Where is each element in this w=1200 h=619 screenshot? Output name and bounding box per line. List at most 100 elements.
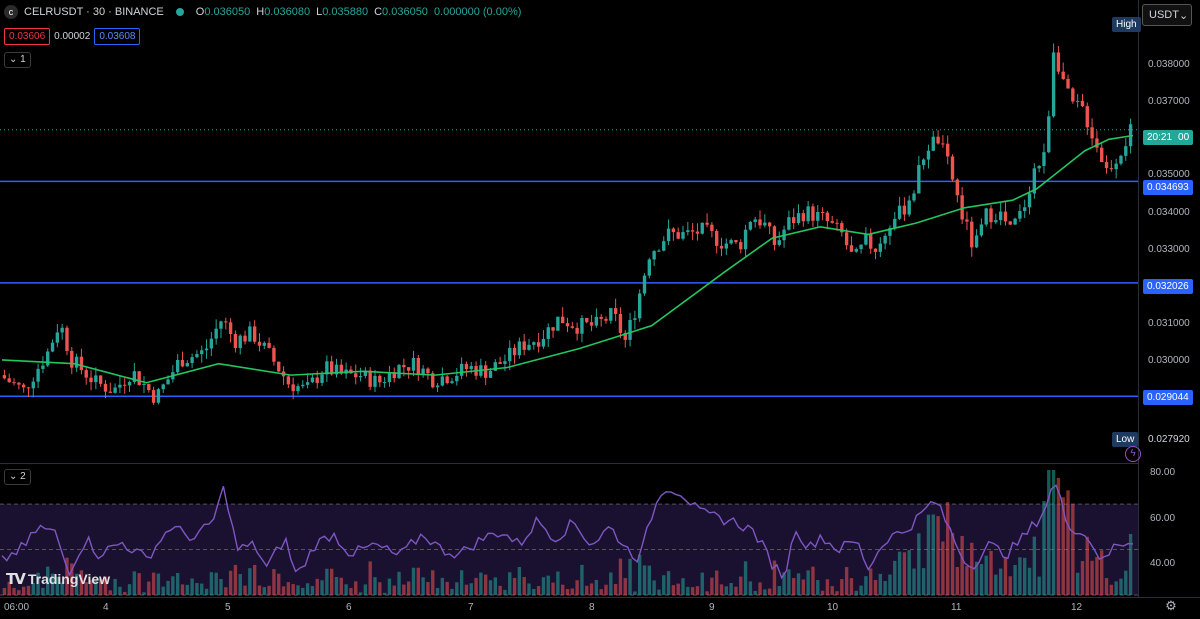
volume-bar	[1027, 567, 1032, 595]
candle-body	[1104, 162, 1109, 169]
candle-body	[137, 371, 141, 385]
time-label: 11	[951, 602, 962, 613]
volume-bar	[965, 566, 969, 595]
chart-canvas[interactable]	[0, 0, 1200, 619]
candle-body	[893, 218, 897, 228]
candle-body	[252, 326, 257, 342]
settings-gear-icon[interactable]: ⚙	[1163, 598, 1179, 614]
candle-body	[1023, 207, 1027, 212]
time-label: 9	[709, 602, 715, 613]
volume-bar	[844, 567, 849, 595]
pane1-legend-toggle[interactable]: ⌄ 1	[4, 52, 31, 68]
candle-body	[483, 365, 488, 378]
volume-bar	[1037, 576, 1041, 595]
rsi-tick: 60.00	[1150, 513, 1176, 524]
candle-body	[690, 230, 695, 232]
candle-body	[753, 219, 757, 222]
ohlc-close-key: C	[374, 6, 383, 18]
candle-body	[532, 342, 536, 345]
candle-body	[1042, 152, 1046, 166]
candle-body	[710, 224, 714, 232]
candle-body	[849, 245, 854, 252]
volume-bar	[108, 590, 112, 595]
volume-bar	[816, 580, 820, 595]
ohlc-low: 0.035880	[322, 6, 369, 18]
volume-bar	[450, 588, 454, 595]
candle-body	[926, 150, 931, 160]
candle-body	[897, 205, 902, 219]
candle-body	[748, 221, 753, 230]
volume-bar	[421, 577, 425, 595]
candle-body	[1018, 211, 1022, 219]
volume-bar	[257, 585, 262, 595]
volume-bar	[748, 581, 753, 595]
candle-body	[74, 356, 79, 368]
candle-body	[989, 208, 993, 223]
pane2-legend-toggle[interactable]: ⌄ 2	[4, 469, 31, 485]
price-tick: 0.031000	[1148, 318, 1190, 329]
candle-body	[1075, 100, 1080, 102]
candle-body	[1061, 71, 1065, 79]
candle-body	[257, 341, 262, 346]
volume-bar	[156, 573, 161, 595]
candle-body	[147, 384, 151, 391]
candle-body	[142, 384, 146, 386]
symbol-title[interactable]: CELRUSDT · 30 · BINANCE	[24, 6, 164, 18]
price-tick: 0.033000	[1148, 244, 1190, 255]
candle-body	[729, 240, 733, 244]
volume-bar	[252, 564, 257, 595]
ohlc-change: 0.000000 (0.00%)	[433, 6, 522, 18]
volume-bar	[137, 573, 141, 595]
candle-body	[411, 358, 416, 371]
volume-bar	[984, 555, 988, 595]
market-status-icon	[175, 8, 184, 16]
time-label: 12	[1071, 602, 1083, 613]
volume-bar	[690, 587, 695, 595]
volume-bar	[565, 589, 570, 595]
candle-body	[402, 364, 406, 368]
volume-bar	[440, 577, 445, 595]
candle-body	[1027, 193, 1032, 208]
candle-body	[315, 377, 319, 383]
currency-select[interactable]: USDT ⌄	[1142, 4, 1192, 26]
candle-body	[1003, 211, 1008, 222]
volume-bar	[498, 585, 502, 595]
candle-body	[974, 235, 979, 248]
level-tag-1[interactable]: 0.032026	[1143, 279, 1193, 294]
volume-bar	[301, 587, 305, 595]
candle-body	[580, 317, 584, 334]
buy-price-button[interactable]: 0.03608	[94, 28, 141, 45]
lightning-icon[interactable]: ϟ	[1125, 446, 1141, 462]
level-tag-2[interactable]: 0.029044	[1143, 390, 1193, 405]
symbol-legend: c CELRUSDT · 30 · BINANCE O 0.036050 H 0.0…	[0, 0, 521, 24]
candle-body	[585, 317, 589, 323]
candle-body	[965, 219, 969, 222]
volume-bar	[893, 560, 897, 595]
candle-body	[214, 328, 218, 339]
candle-body	[662, 241, 666, 251]
candle-body	[551, 327, 555, 331]
volume-bar	[310, 585, 315, 595]
volume-bar	[474, 577, 478, 595]
candle-body	[719, 245, 724, 249]
volume-bar	[1104, 578, 1109, 595]
volume-bar	[291, 584, 295, 595]
tradingview-mark-icon: 𝗧𝗩	[6, 571, 26, 588]
volume-bar	[522, 577, 526, 595]
time-label: 6	[346, 602, 352, 613]
volume-bar	[1008, 576, 1012, 595]
volume-bar	[127, 584, 132, 595]
volume-bar	[147, 581, 151, 595]
candle-body	[354, 373, 358, 378]
candle-body	[806, 206, 810, 222]
volume-bar	[315, 578, 319, 595]
level-tag-0[interactable]: 0.034693	[1143, 180, 1193, 195]
candle-body	[224, 321, 228, 323]
sell-price-button[interactable]: 0.03606	[4, 28, 51, 45]
candle-body	[792, 217, 796, 224]
candle-body	[450, 381, 454, 384]
candle-body	[527, 344, 531, 350]
volume-bar	[161, 586, 165, 595]
candle-body	[844, 232, 849, 246]
volume-bar	[753, 590, 757, 595]
